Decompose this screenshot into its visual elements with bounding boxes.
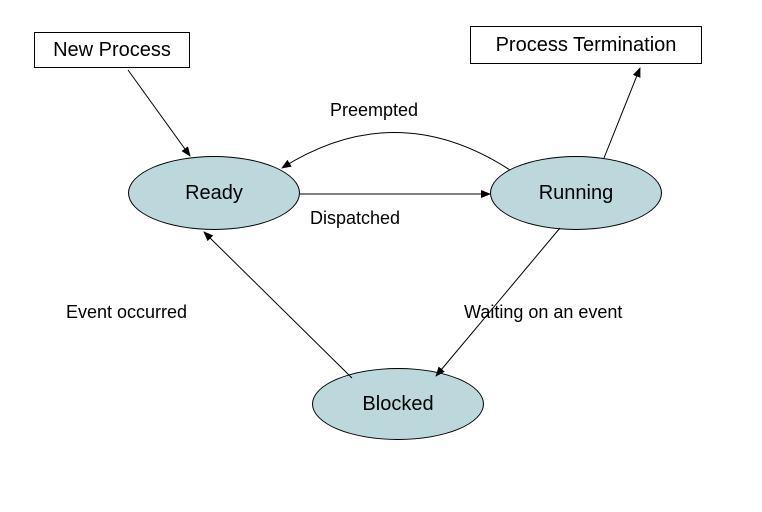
- new-process-label: New Process: [53, 39, 171, 62]
- blocked-state: Blocked: [312, 368, 484, 440]
- dispatched-label: Dispatched: [310, 208, 400, 229]
- event-occurred-label: Event occurred: [66, 302, 187, 323]
- process-termination-box: Process Termination: [470, 26, 702, 64]
- edge-running-ready-preempted: [282, 132, 510, 170]
- edge-newprocess-ready: [128, 70, 190, 156]
- blocked-label: Blocked: [362, 393, 433, 416]
- ready-label: Ready: [185, 182, 243, 205]
- new-process-box: New Process: [34, 32, 190, 68]
- ready-state: Ready: [128, 156, 300, 230]
- running-state: Running: [490, 156, 662, 230]
- edge-blocked-ready: [204, 232, 352, 378]
- waiting-label: Waiting on an event: [464, 302, 622, 323]
- edge-running-termination: [604, 68, 640, 158]
- process-termination-label: Process Termination: [496, 34, 677, 57]
- preempted-label: Preempted: [330, 100, 418, 121]
- running-label: Running: [539, 182, 614, 205]
